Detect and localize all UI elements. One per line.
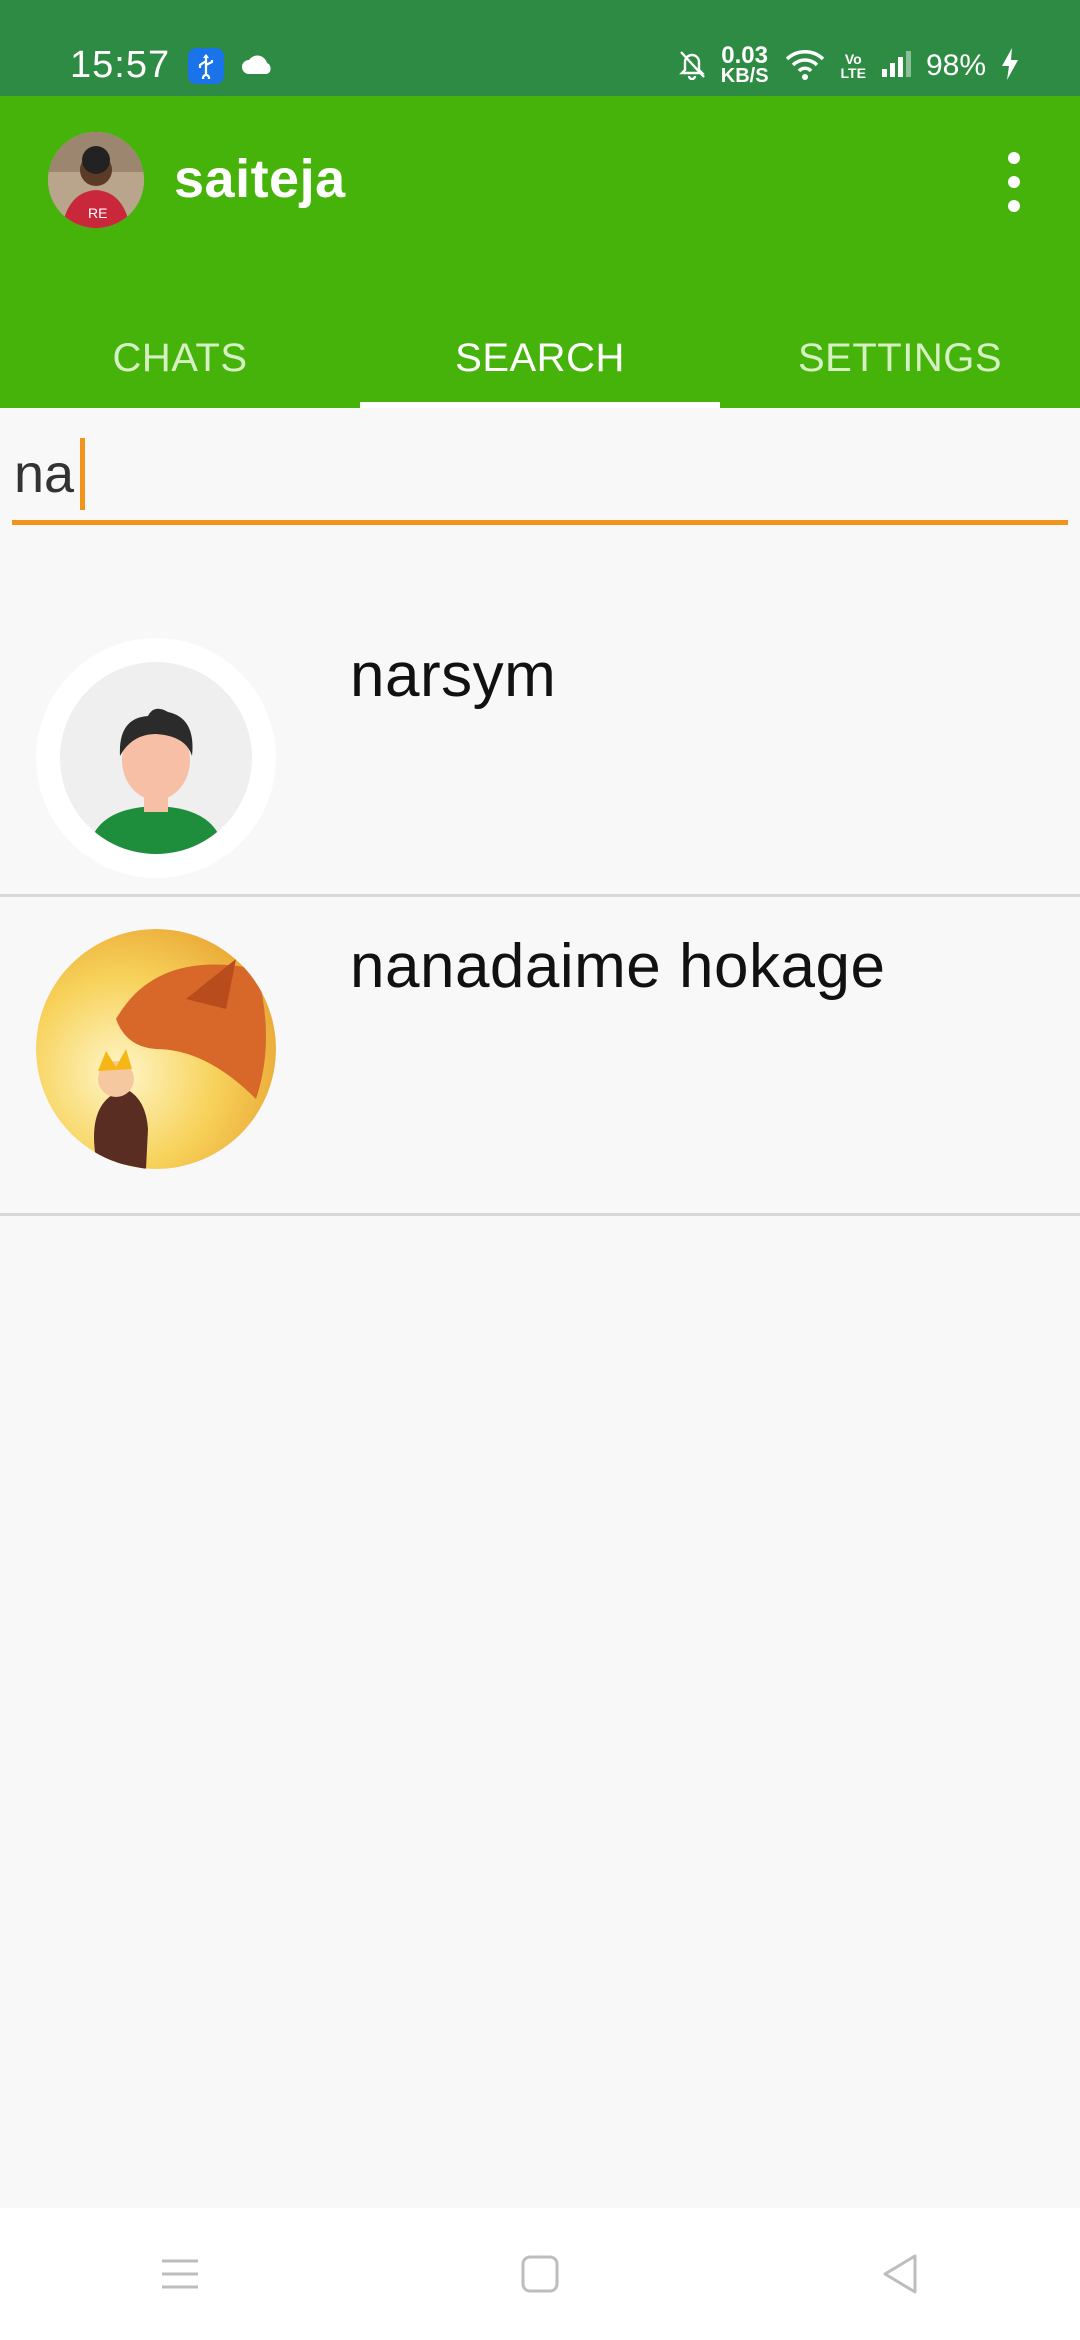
status-indicators: 0.03 KB/S Vo LTE 98% bbox=[677, 44, 1020, 88]
volte-bottom: LTE bbox=[840, 65, 866, 81]
back-icon[interactable] bbox=[850, 2234, 950, 2314]
list-item[interactable]: nanadaime hokage bbox=[0, 897, 1080, 1216]
network-speed: 0.03 KB/S bbox=[720, 42, 769, 87]
user-avatar bbox=[36, 638, 276, 878]
speed-unit: KB/S bbox=[720, 65, 769, 87]
tab-search[interactable]: SEARCH bbox=[360, 308, 720, 408]
status-bar: 15:57 0.03 KB/S Vo LTE 98% bbox=[0, 0, 1080, 96]
user-avatar bbox=[36, 929, 276, 1169]
navigation-bar bbox=[0, 2208, 1080, 2340]
signal-icon bbox=[880, 49, 912, 84]
charging-icon bbox=[1000, 47, 1020, 86]
cloud-icon bbox=[240, 52, 276, 81]
app-title: saiteja bbox=[174, 149, 346, 209]
overflow-menu-icon[interactable] bbox=[996, 152, 1032, 212]
usb-icon bbox=[188, 48, 224, 84]
search-field bbox=[12, 428, 1068, 525]
profile-avatar[interactable]: RE bbox=[48, 132, 144, 228]
app-bar: RE saiteja CHATS SEARCH SETTINGS bbox=[0, 96, 1080, 408]
battery-percent: 98% bbox=[925, 49, 986, 82]
tab-chats[interactable]: CHATS bbox=[0, 308, 360, 408]
tab-bar: CHATS SEARCH SETTINGS bbox=[0, 308, 1080, 408]
menu-icon[interactable] bbox=[130, 2234, 230, 2314]
volte-top: Vo bbox=[844, 51, 862, 67]
home-icon[interactable] bbox=[490, 2234, 590, 2314]
user-name: narsym bbox=[350, 641, 557, 710]
user-name: nanadaime hokage bbox=[350, 932, 886, 1001]
bell-off-icon bbox=[677, 48, 707, 85]
wifi-icon bbox=[783, 47, 827, 86]
status-time: 15:57 bbox=[70, 44, 171, 86]
search-input[interactable] bbox=[12, 443, 1068, 505]
volte-indicator: Vo LTE bbox=[841, 52, 866, 80]
tab-settings[interactable]: SETTINGS bbox=[720, 308, 1080, 408]
svg-text:RE: RE bbox=[88, 205, 107, 221]
speed-value: 0.03 bbox=[721, 42, 768, 69]
text-cursor bbox=[80, 438, 85, 510]
list-item[interactable]: narsym bbox=[0, 578, 1080, 897]
